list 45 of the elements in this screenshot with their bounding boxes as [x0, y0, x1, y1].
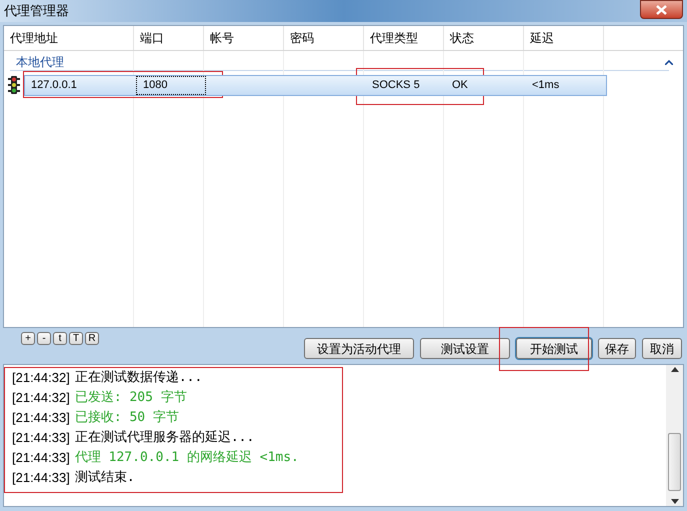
- collapse-icon[interactable]: [665, 60, 673, 64]
- table-row[interactable]: 127.0.0.1 1080 SOCKS 5 OK <1ms: [24, 74, 607, 96]
- button[interactable]: 开始测试: [516, 338, 592, 359]
- table-cell-text: 1080: [142, 78, 168, 93]
- column-header[interactable]: 代理地址: [4, 26, 134, 50]
- scroll-down-icon[interactable]: [670, 499, 678, 504]
- small-button[interactable]: T: [69, 332, 83, 345]
- log-message: 正在测试数据传递...: [74, 369, 202, 388]
- button[interactable]: 保存: [598, 338, 636, 359]
- scrollbar[interactable]: [666, 365, 683, 506]
- button[interactable]: 测试设置: [420, 338, 510, 359]
- column-header[interactable]: 代理类型: [364, 26, 444, 50]
- log-timestamp: [21:44:33]: [12, 409, 70, 428]
- column-header[interactable]: 帐号: [204, 26, 284, 50]
- log-timestamp: [21:44:33]: [12, 449, 70, 468]
- log-message: 代理 127.0.0.1 的网络延迟 <1ms.: [74, 449, 299, 468]
- button[interactable]: 取消: [642, 338, 682, 359]
- log-timestamp: [21:44:33]: [12, 469, 70, 488]
- column-header[interactable]: 延迟: [524, 26, 604, 50]
- log-message: 已接收: 50 字节: [74, 409, 179, 428]
- column-header[interactable]: 状态: [444, 26, 524, 50]
- log-timestamp: [21:44:33]: [12, 429, 70, 448]
- log-message: 已发送: 205 字节: [74, 389, 187, 408]
- close-icon: [656, 4, 667, 14]
- scroll-up-icon[interactable]: [670, 367, 678, 372]
- log-timestamp: [21:44:32]: [12, 369, 70, 388]
- small-button[interactable]: +: [21, 332, 35, 345]
- column-header[interactable]: 密码: [284, 26, 364, 50]
- table-cell-text: 127.0.0.1: [30, 78, 77, 93]
- table-cell-text: SOCKS 5: [371, 78, 420, 93]
- small-button[interactable]: -: [37, 332, 51, 345]
- close-button[interactable]: [640, 0, 683, 19]
- small-button[interactable]: t: [53, 332, 67, 345]
- column-header[interactable]: 端口: [134, 26, 204, 50]
- scroll-thumb[interactable]: [668, 433, 681, 491]
- log-message: 测试结束.: [74, 469, 135, 488]
- log-timestamp: [21:44:32]: [12, 389, 70, 408]
- traffic-light-icon: [8, 76, 20, 94]
- table-cell-text: <1ms: [531, 78, 560, 93]
- small-button[interactable]: R: [85, 332, 99, 345]
- window-title: 代理管理器: [3, 2, 69, 20]
- table-cell-text: OK: [451, 78, 468, 93]
- button[interactable]: 设置为活动代理: [304, 338, 414, 359]
- group-header[interactable]: 本地代理: [4, 53, 64, 71]
- log-message: 正在测试代理服务器的延迟...: [74, 429, 254, 448]
